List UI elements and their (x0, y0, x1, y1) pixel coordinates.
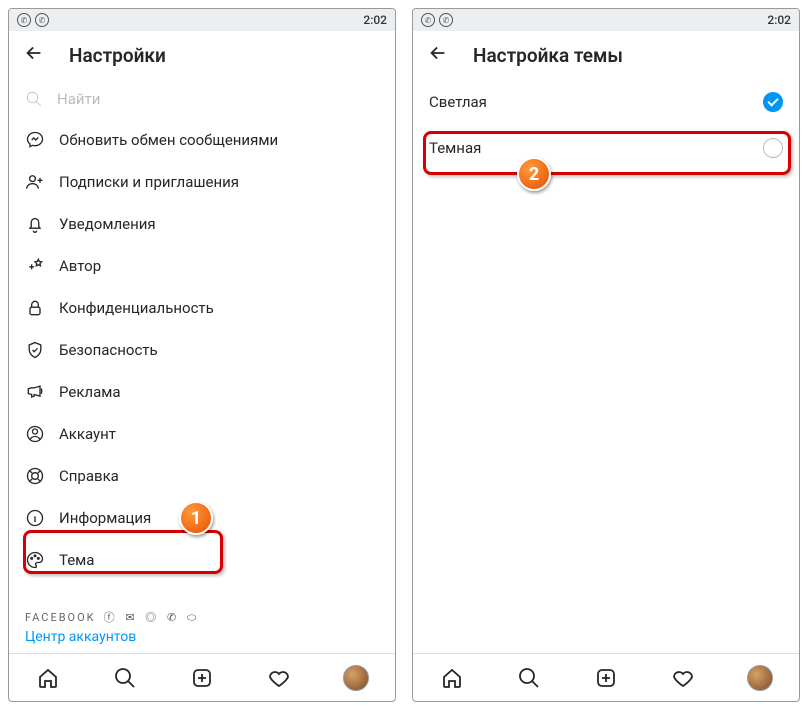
settings-item-creator[interactable]: Автор (9, 245, 395, 287)
page-title: Настройка темы (473, 44, 623, 67)
theme-option-label: Светлая (429, 93, 487, 111)
nav-activity-icon[interactable] (670, 665, 696, 691)
nav-activity-icon[interactable] (266, 665, 292, 691)
settings-item-label: Подписки и приглашения (59, 173, 239, 191)
settings-item-help[interactable]: Справка (9, 455, 395, 497)
phone-theme-settings: ✆ ✆ 2:02 Настройка темы Светлая Темная (412, 8, 800, 702)
search-input[interactable]: Найти (9, 79, 395, 119)
brand-icons: ⓕ ✉ ◎ ✆ ⬭ (104, 609, 201, 625)
nav-search-icon[interactable] (516, 665, 542, 691)
account-icon (25, 424, 45, 444)
facebook-brand-label: FACEBOOK (25, 611, 96, 624)
settings-item-label: Справка (59, 467, 119, 485)
back-arrow-icon[interactable] (23, 42, 45, 68)
nav-profile-avatar[interactable] (747, 665, 773, 691)
settings-item-privacy[interactable]: Конфиденциальность (9, 287, 395, 329)
palette-icon (25, 550, 45, 570)
nav-home-icon[interactable] (439, 665, 465, 691)
avatar (343, 665, 369, 691)
back-arrow-icon[interactable] (427, 42, 449, 68)
bottom-nav (413, 653, 799, 701)
star-plus-icon (25, 256, 45, 276)
empty-space (413, 171, 799, 653)
search-placeholder: Найти (57, 90, 100, 108)
settings-item-account[interactable]: Аккаунт (9, 413, 395, 455)
settings-item-about[interactable]: Информация (9, 497, 395, 539)
info-icon (25, 508, 45, 528)
viber-icon: ✆ (421, 13, 435, 27)
settings-item-label: Информация (59, 509, 151, 527)
person-plus-icon (25, 172, 45, 192)
footer-brand: FACEBOOK ⓕ ✉ ◎ ✆ ⬭ (9, 603, 395, 627)
nav-create-icon[interactable] (189, 665, 215, 691)
nav-create-icon[interactable] (593, 665, 619, 691)
theme-option-label: Темная (429, 139, 481, 157)
status-bar: ✆ ✆ 2:02 (9, 9, 395, 31)
settings-item-follow-invite[interactable]: Подписки и приглашения (9, 161, 395, 203)
radio-checked-icon (763, 92, 783, 112)
settings-item-security[interactable]: Безопасность (9, 329, 395, 371)
messenger-icon (25, 130, 45, 150)
avatar (747, 665, 773, 691)
phone-settings: ✆ ✆ 2:02 Настройки Найти Обновить обмен … (8, 8, 396, 702)
settings-item-messaging[interactable]: Обновить обмен сообщениями (9, 119, 395, 161)
settings-item-label: Безопасность (59, 341, 158, 359)
nav-home-icon[interactable] (35, 665, 61, 691)
status-time: 2:02 (767, 13, 791, 27)
settings-item-label: Аккаунт (59, 425, 116, 443)
settings-item-notifications[interactable]: Уведомления (9, 203, 395, 245)
settings-list: Обновить обмен сообщениями Подписки и пр… (9, 119, 395, 603)
status-bar: ✆ ✆ 2:02 (413, 9, 799, 31)
megaphone-icon (25, 382, 45, 402)
lock-icon (25, 298, 45, 318)
lifebuoy-icon (25, 466, 45, 486)
settings-item-label: Обновить обмен сообщениями (59, 131, 278, 149)
theme-option-light[interactable]: Светлая (413, 79, 799, 125)
settings-item-label: Конфиденциальность (59, 299, 214, 317)
viber-icon: ✆ (439, 13, 453, 27)
viber-icon: ✆ (17, 13, 31, 27)
settings-item-label: Уведомления (59, 215, 156, 233)
nav-profile-avatar[interactable] (343, 665, 369, 691)
app-header: Настройка темы (413, 31, 799, 79)
bottom-nav (9, 653, 395, 701)
viber-icon: ✆ (35, 13, 49, 27)
status-time: 2:02 (363, 13, 387, 27)
page-title: Настройки (69, 44, 166, 67)
accounts-center-link[interactable]: Центр аккаунтов (9, 627, 395, 653)
app-header: Настройки (9, 31, 395, 79)
nav-search-icon[interactable] (112, 665, 138, 691)
settings-item-label: Реклама (59, 383, 121, 401)
shield-check-icon (25, 340, 45, 360)
bell-icon (25, 214, 45, 234)
theme-option-dark[interactable]: Темная (413, 125, 799, 171)
settings-item-label: Автор (59, 257, 101, 275)
settings-item-label: Тема (59, 551, 94, 569)
search-icon (25, 90, 43, 108)
settings-item-theme[interactable]: Тема (9, 539, 395, 581)
settings-item-ads[interactable]: Реклама (9, 371, 395, 413)
radio-empty-icon (763, 138, 783, 158)
